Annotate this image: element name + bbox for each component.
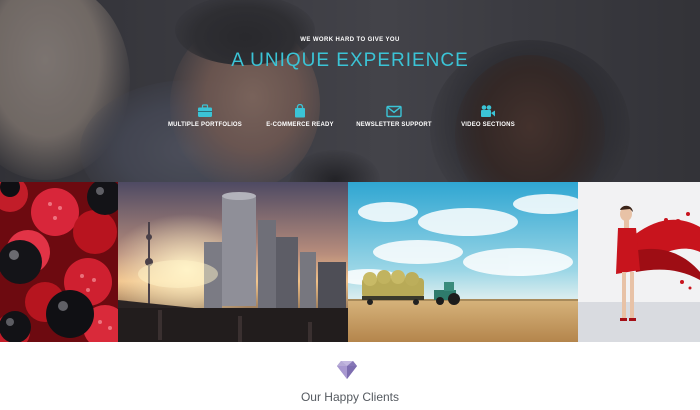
portfolio-item-berries[interactable] (0, 182, 118, 342)
feature-video-sections[interactable]: VIDEO SECTIONS (433, 104, 543, 128)
clients-heading: Our Happy Clients (300, 390, 400, 404)
portfolio-item-field[interactable] (348, 182, 578, 342)
video-camera-icon (481, 105, 495, 117)
briefcase-icon (198, 104, 212, 117)
hero-subtitle: WE WORK HARD TO GIVE YOU (300, 37, 400, 43)
hero-section: WE WORK HARD TO GIVE YOU A UNIQUE EXPERI… (0, 0, 700, 182)
feature-label: VIDEO SECTIONS (461, 122, 515, 128)
envelope-icon (386, 105, 402, 118)
diamond-icon (337, 361, 357, 379)
feature-label: MULTIPLE PORTFOLIOS (167, 122, 243, 128)
portfolio-item-city[interactable] (118, 182, 348, 342)
woman-red-paint-image (578, 182, 700, 342)
berries-image (0, 182, 118, 342)
hero-overlay (0, 0, 700, 182)
city-skyline-image (118, 182, 348, 342)
portfolio-item-fashion[interactable] (578, 182, 700, 342)
hay-field-image (348, 182, 578, 342)
portfolio-strip (0, 182, 700, 342)
feature-multiple-portfolios[interactable]: MULTIPLE PORTFOLIOS (150, 104, 260, 128)
shopping-bag-icon (295, 104, 305, 118)
happy-clients-section: Our Happy Clients (0, 342, 700, 410)
hero-title: A UNIQUE EXPERIENCE (231, 50, 469, 71)
